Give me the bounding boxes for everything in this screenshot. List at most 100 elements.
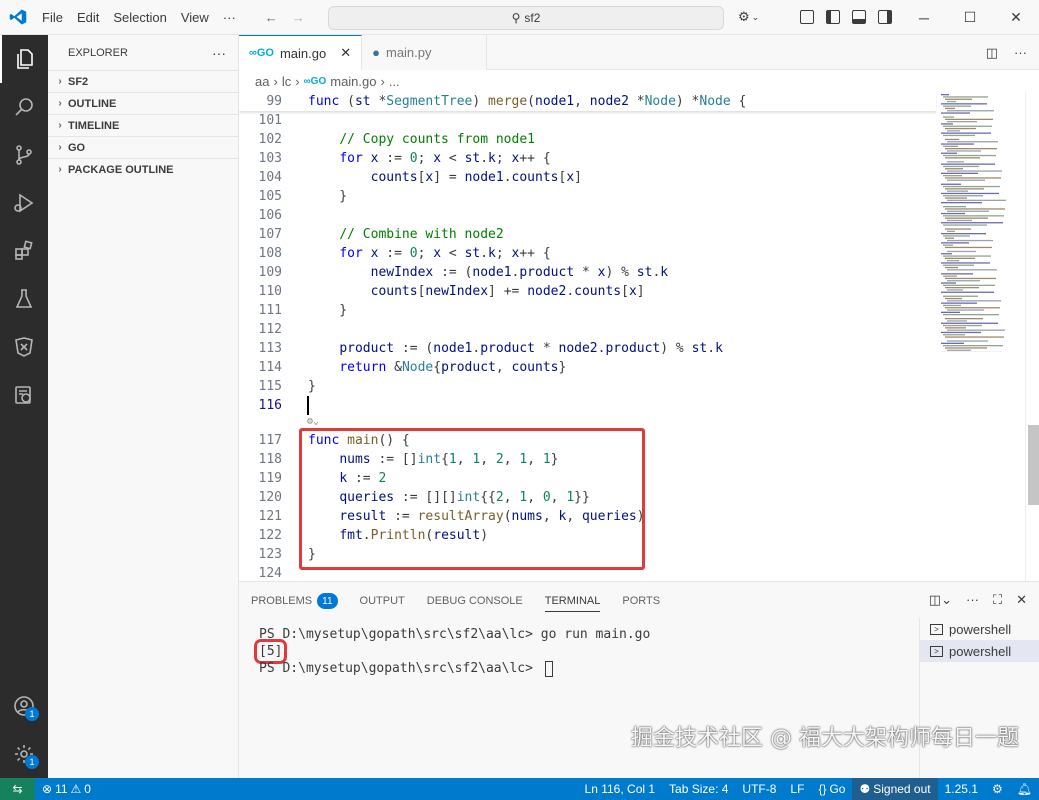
copilot-status-icon[interactable]: ⚙ [985, 778, 1010, 800]
section-timeline[interactable]: › TIMELINE [48, 114, 238, 136]
explorer-icon[interactable] [0, 35, 48, 83]
copilot-button[interactable]: ⚙ ⌄ [738, 9, 759, 25]
signed-out-status[interactable]: ⚉ Signed out [852, 778, 938, 800]
editor-tabs: ∞GO main.go ✕ ● main.py ◫ ··· [239, 35, 1039, 70]
tab-size[interactable]: Tab Size: 4 [662, 778, 735, 800]
line-number: 107 [258, 227, 282, 242]
tab-main-go[interactable]: ∞GO main.go ✕ [239, 35, 363, 70]
problems-status[interactable]: ⊗ 11 ⚠ 0 [35, 778, 98, 800]
tab-output[interactable]: OUTPUT [360, 590, 405, 612]
menu-view[interactable]: View [174, 10, 216, 25]
code-line[interactable]: 105 } [239, 187, 939, 206]
back-arrow-icon[interactable]: ← [265, 10, 278, 25]
line-number: 106 [258, 208, 282, 223]
minimize-button[interactable]: ─ [901, 0, 947, 35]
split-editor-icon[interactable]: ◫ [986, 45, 998, 61]
tab-terminal[interactable]: TERMINAL [544, 590, 601, 612]
more-actions-icon[interactable]: ··· [966, 592, 979, 608]
title-bar: File Edit Selection View ··· ← → ⚲ sf2 ⚙… [0, 0, 1039, 35]
language-mode[interactable]: {} Go [811, 778, 852, 800]
accounts-badge: 1 [25, 707, 39, 721]
go-version[interactable]: 1.25.1 [938, 778, 985, 800]
close-window-button[interactable]: ✕ [993, 0, 1039, 35]
code-line[interactable]: 114 return &Node{product, counts} [239, 358, 939, 377]
code-line[interactable]: 108 for x := 0; x < st.k; x++ { [239, 244, 939, 263]
breadcrumb-item[interactable]: aa [255, 74, 269, 89]
line-number: 108 [258, 246, 282, 261]
minimap-line [947, 289, 963, 291]
code-line[interactable]: 104 counts[x] = node1.counts[x] [239, 168, 939, 187]
toggle-primary-sidebar-icon[interactable] [826, 10, 840, 24]
split-terminal-icon[interactable]: ◫⌄ [929, 592, 952, 608]
close-tab-icon[interactable]: ✕ [340, 45, 351, 61]
run-debug-icon[interactable] [0, 179, 48, 227]
section-package-outline[interactable]: › PACKAGE OUTLINE [48, 158, 238, 180]
sticky-scroll-line[interactable]: 99 func (st *SegmentTree) merge(node1, n… [239, 92, 936, 111]
terminal-instance[interactable]: > powershell [920, 618, 1039, 640]
close-panel-icon[interactable]: ✕ [1016, 592, 1027, 608]
more-actions-icon[interactable]: ··· [1014, 45, 1027, 61]
extensions-icon[interactable] [0, 227, 48, 275]
containers-icon[interactable] [0, 371, 48, 419]
breadcrumb-item[interactable]: ... [389, 74, 400, 89]
menu-file[interactable]: File [35, 10, 70, 25]
minimap[interactable] [939, 92, 1025, 581]
line-number: 124 [258, 566, 282, 581]
section-sf2[interactable]: › SF2 [48, 70, 238, 92]
code-line[interactable]: 106 [239, 206, 939, 225]
tab-debug-console[interactable]: DEBUG CONSOLE [427, 590, 523, 612]
search-view-icon[interactable] [0, 83, 48, 131]
minimap-line [941, 183, 961, 185]
tab-ports[interactable]: PORTS [622, 590, 660, 612]
editor-scrollbar[interactable] [1025, 92, 1039, 581]
code-line[interactable]: 113 product := (node1.product * node2.pr… [239, 339, 939, 358]
terminal-instance[interactable]: > powershell [920, 640, 1039, 662]
code-line[interactable]: 111 } [239, 301, 939, 320]
code-line[interactable]: 101 [239, 111, 939, 130]
code-line[interactable]: 112 [239, 320, 939, 339]
command-center-search[interactable]: ⚲ sf2 [328, 6, 724, 30]
encoding[interactable]: UTF-8 [735, 778, 783, 800]
breadcrumb-item[interactable]: main.go [330, 74, 376, 89]
maximize-button[interactable]: ☐ [947, 0, 993, 35]
code-line[interactable]: 109 newIndex := (node1.product * x) % st… [239, 263, 939, 282]
terminal-output[interactable]: PS D:\mysetup\gopath\src\sf2\aa\lc> go r… [253, 626, 650, 677]
section-outline[interactable]: › OUTLINE [48, 92, 238, 114]
notifications-bell-icon[interactable]: 🔔︎ [1010, 778, 1039, 800]
code-line[interactable]: 103 for x := 0; x < st.k; x++ { [239, 149, 939, 168]
end-of-line[interactable]: LF [783, 778, 811, 800]
menu-edit[interactable]: Edit [70, 10, 106, 25]
tab-problems[interactable]: PROBLEMS 11 [251, 590, 338, 612]
code-line[interactable]: 116 [239, 396, 939, 415]
minimap-line [941, 322, 998, 324]
minimap-line [941, 331, 981, 334]
toggle-secondary-sidebar-icon[interactable] [878, 10, 892, 24]
manage-gear-icon[interactable]: 1 [0, 730, 48, 778]
testing-icon[interactable] [0, 275, 48, 323]
scrollbar-thumb[interactable] [1028, 425, 1039, 505]
sidebar-more-button[interactable]: ··· [212, 45, 226, 61]
code-line[interactable]: 102 // Copy counts from node1 [239, 130, 939, 149]
toggle-panel-icon[interactable] [852, 10, 866, 24]
menu-more[interactable]: ··· [216, 10, 243, 25]
maximize-panel-icon[interactable]: ⛶ [993, 592, 1002, 608]
remote-explorer-icon[interactable] [0, 323, 48, 371]
section-go[interactable]: › GO [48, 136, 238, 158]
tab-main-py[interactable]: ● main.py [362, 35, 488, 70]
source-control-icon[interactable] [0, 131, 48, 179]
menu-selection[interactable]: Selection [106, 10, 173, 25]
minimap-line [943, 224, 987, 226]
forward-arrow-icon[interactable]: → [292, 10, 305, 25]
accounts-icon[interactable]: 1 [0, 682, 48, 730]
breadcrumb-item[interactable]: lc [282, 74, 291, 89]
code-editor[interactable]: 101 102 // Copy counts from node1 103 for … [239, 92, 1039, 581]
customize-layout-icon[interactable] [800, 10, 814, 24]
cursor-position[interactable]: Ln 116, Col 1 [578, 778, 663, 800]
code-action-icon[interactable]: ⚙⌄ [307, 416, 319, 427]
code-line[interactable]: 115} [239, 377, 939, 396]
code-line[interactable]: 110 counts[newIndex] += node2.counts[x] [239, 282, 939, 301]
code-line[interactable]: 107 // Combine with node2 [239, 225, 939, 244]
minimap-line [943, 275, 957, 277]
remote-indicator-icon[interactable]: ⇆ [0, 778, 35, 800]
minimap-line [945, 177, 1001, 179]
